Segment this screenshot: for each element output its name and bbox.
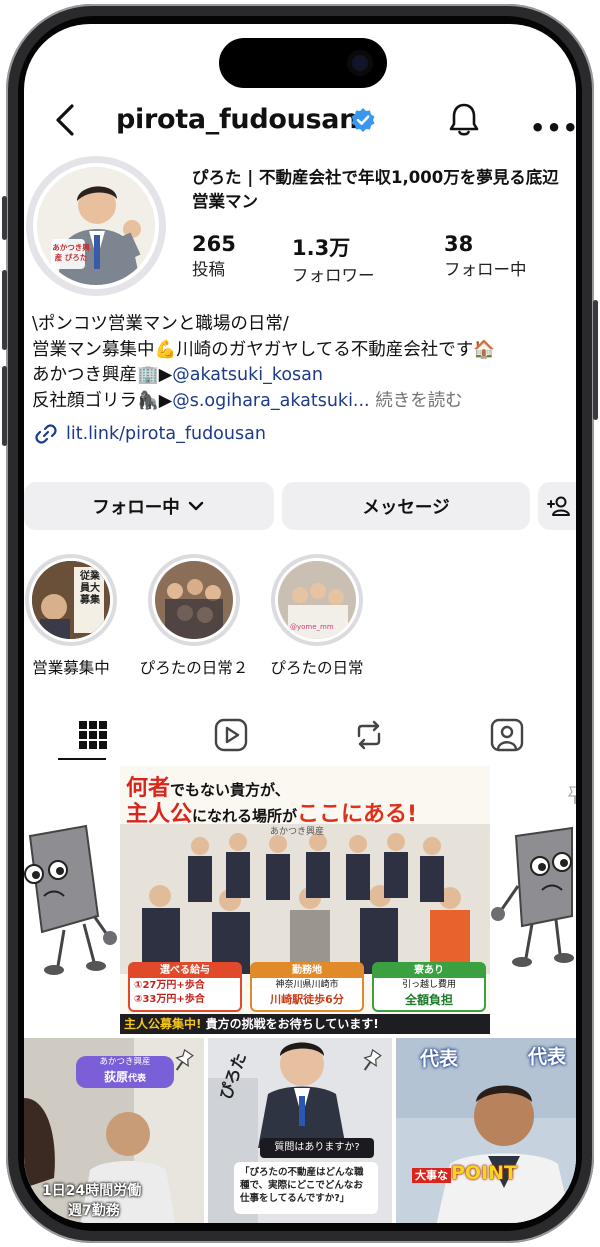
stat-posts-label: 投稿	[192, 260, 225, 279]
message-button[interactable]: メッセージ	[282, 482, 530, 530]
highlight-label: 営業募集中	[32, 659, 110, 677]
stat-followers-count: 1.3万	[292, 236, 351, 260]
highlight-label: ぴろたの日常	[270, 659, 364, 677]
bio-line: \ポンコツ営業マンと職場の日常/	[32, 314, 289, 334]
highlight-thumbnail	[152, 558, 236, 642]
stat-posts-count: 265	[192, 232, 236, 256]
stat-following-count: 38	[444, 232, 474, 256]
add-person-icon	[547, 496, 570, 516]
profile-link-text: lit.link/pirota_fudousan	[66, 424, 266, 444]
highlight-label: ぴろたの日常２	[139, 659, 249, 677]
following-button-label: フォロー中	[92, 497, 180, 518]
reposts-icon	[357, 720, 381, 750]
bio-line: あかつき興産🏢▶@akatsuki_kosan	[32, 363, 572, 389]
tagged-icon	[490, 718, 524, 752]
more-options-button[interactable]: •••	[530, 114, 576, 142]
reels-icon	[214, 718, 248, 752]
phone-mute-switch	[2, 196, 7, 240]
dynamic-island	[219, 38, 387, 88]
stat-posts[interactable]: 265 投稿	[192, 232, 236, 280]
post-badge-text: 代表	[420, 1048, 459, 1070]
post-qa[interactable]: ぴろた 質問はありますか? 「ぴろたの不動産はどんな職種で、実際にどこでどんなお…	[208, 1038, 392, 1223]
stat-following-label: フォロー中	[444, 260, 527, 279]
profile-username: pirota_fudousan	[116, 104, 359, 135]
poster-banner: 主人公募集中! 貴方の挑戦をお待ちしています!	[120, 1014, 490, 1034]
post-caption-overlay: 1日24時間労働	[42, 1183, 142, 1199]
profile-avatar-ring[interactable]: あかつき興産 ぴろた	[26, 156, 166, 296]
highlight-item[interactable]: 従業員大募集 営業募集中	[24, 554, 130, 678]
bio-line: 反社顔ゴリラ🦍▶@s.ogihara_akatsuki... 続きを読む	[32, 389, 572, 415]
poster-headline: になれる場所が	[192, 807, 298, 825]
phone-volume-up	[2, 270, 7, 350]
tab-tagged[interactable]	[438, 710, 576, 760]
chevron-left-icon	[56, 104, 74, 136]
post-badge-text: 代表	[528, 1046, 567, 1068]
profile-link[interactable]: lit.link/pirota_fudousan	[34, 422, 266, 446]
front-camera-icon	[347, 50, 373, 76]
bell-icon	[449, 103, 479, 136]
stat-following[interactable]: 38 フォロー中	[444, 232, 527, 280]
bio-line: 営業マン募集中💪川崎のガヤガヤしてる不動産会社です🏠	[32, 339, 496, 360]
following-button[interactable]: フォロー中	[24, 482, 274, 530]
profile-bio: \ポンコツ営業マンと職場の日常/ 営業マン募集中💪川崎のガヤガヤしてる不動産会社…	[32, 312, 572, 414]
read-more-link[interactable]: 続きを読む	[370, 391, 463, 411]
ceo-name-badge: あかつき興産 荻原代表	[76, 1056, 174, 1088]
ceo-mention-link[interactable]: @s.ogihara_akatsuki...	[172, 391, 369, 411]
posts-grid: 何者でもない貴方が、 主人公になれる場所がここにある! あかつき興産 選べる給与…	[24, 766, 576, 1223]
mascot-left-image	[24, 766, 120, 1034]
notifications-button[interactable]	[448, 102, 480, 138]
profile-tabs	[24, 710, 576, 762]
active-tab-indicator	[58, 758, 106, 760]
post-caption-overlay: 週7勤務	[68, 1203, 120, 1219]
tab-posts[interactable]	[24, 710, 162, 760]
phone-power-button	[593, 300, 598, 420]
grid-icon	[79, 721, 107, 749]
avatar-photo	[37, 167, 155, 285]
poster-staff-photo	[120, 824, 490, 974]
company-mention-link[interactable]: @akatsuki_kosan	[172, 365, 323, 385]
pin-icon	[175, 1048, 194, 1071]
profile-display-name: ぴろた | 不動産会社で年収1,000万を夢見る底辺営業マン	[192, 168, 559, 211]
post-point[interactable]: 代表 代表 大事な POINT	[396, 1038, 576, 1223]
avatar-caption: あかつき興産 ぴろた	[52, 243, 90, 262]
stat-followers[interactable]: 1.3万 フォロワー	[292, 232, 375, 286]
poster-company-sign: あかつき興産	[270, 827, 325, 837]
chevron-down-icon	[188, 501, 203, 511]
recruitment-poster: 何者でもない貴方が、 主人公になれる場所がここにある! あかつき興産 選べる給与…	[120, 766, 490, 1034]
post-ceo[interactable]: あかつき興産 荻原代表 1日24時間労働 週7勤務	[24, 1038, 204, 1223]
highlight-thumbnail: @yome_mm	[275, 558, 359, 642]
important-point-label: 大事な POINT	[412, 1162, 517, 1184]
tab-reposts[interactable]	[300, 710, 438, 760]
info-box-location: 勤務地 神奈川県川崎市 川崎駅徒歩6分	[250, 962, 364, 1012]
question-box-title: 質問はありますか?	[260, 1138, 374, 1158]
question-box-body: 「ぴろたの不動産はどんな職種で、実際にどこでどんなお仕事をしてるんですか?」	[234, 1162, 378, 1214]
phone-volume-down	[2, 366, 7, 446]
avatar: あかつき興産 ぴろた	[33, 163, 159, 289]
highlight-thumbnail: 従業員大募集	[29, 558, 113, 642]
mascot-right-image	[480, 766, 576, 1034]
info-box-salary: 選べる給与 ①27万円+歩合 ②33万円+歩合	[128, 962, 242, 1012]
back-button[interactable]	[50, 100, 80, 140]
suggest-users-button[interactable]	[538, 482, 576, 530]
stat-followers-label: フォロワー	[292, 266, 375, 285]
info-box-dorm: 寮あり 引っ越し費用 全額負担	[372, 962, 486, 1012]
pin-icon	[363, 1048, 382, 1071]
link-icon	[35, 424, 57, 444]
tab-reels[interactable]	[162, 710, 300, 760]
highlight-thumb-text: 従業員大募集	[80, 571, 100, 606]
highlight-item[interactable]: @yome_mm ぴろたの日常	[258, 554, 376, 678]
highlight-thumb-text: @yome_mm	[290, 623, 334, 631]
bio-text: 反社顔ゴリラ🦍▶	[32, 390, 173, 411]
verified-badge-icon	[350, 107, 376, 133]
bio-text: あかつき興産🏢▶	[32, 365, 173, 385]
post-recruitment[interactable]: 何者でもない貴方が、 主人公になれる場所がここにある! あかつき興産 選べる給与…	[24, 766, 576, 1034]
app-screen: pirota_fudousan ••• あかつき興産 ぴろた ぴろた | 不動産…	[24, 24, 576, 1223]
pin-icon	[568, 786, 576, 804]
highlight-item[interactable]: ぴろたの日常２	[135, 554, 253, 678]
